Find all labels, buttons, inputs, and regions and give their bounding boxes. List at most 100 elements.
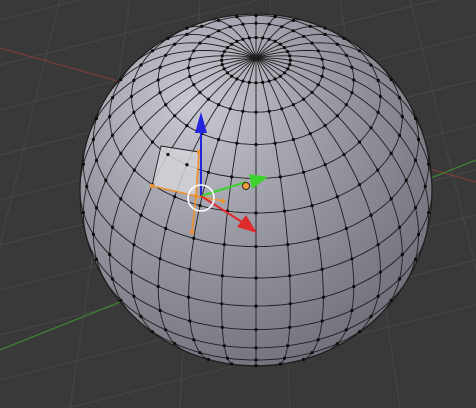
mesh-vertex — [344, 226, 348, 231]
mesh-vertex — [164, 226, 168, 231]
mesh-vertex — [225, 71, 230, 75]
mesh-vertex — [413, 206, 418, 210]
mesh-vertex — [413, 116, 418, 120]
mesh-vertex — [158, 65, 162, 69]
mesh-vertex — [139, 126, 143, 130]
mesh-vertex — [110, 225, 115, 229]
mesh-vertex — [222, 344, 226, 348]
mesh-vertex — [185, 26, 189, 30]
mesh-vertex — [110, 277, 115, 281]
mesh-vertex — [200, 24, 204, 28]
mesh-vertex — [273, 15, 277, 19]
mesh-vertex — [282, 46, 287, 50]
mesh-vertex — [217, 137, 221, 142]
mesh-vertex — [217, 29, 221, 33]
selected-vertex — [220, 198, 226, 204]
mesh-vertex — [316, 338, 320, 342]
mesh-vertex — [413, 158, 418, 162]
mesh-vertex — [150, 330, 155, 334]
mesh-vertex — [342, 152, 346, 157]
mesh-vertex — [323, 163, 327, 167]
mesh-vertex — [282, 356, 287, 360]
mesh-vertex — [164, 53, 168, 57]
mesh-vertex — [320, 57, 324, 61]
mesh-vertex — [217, 18, 221, 22]
mesh-vertex — [308, 24, 312, 28]
mesh-vertex — [254, 81, 258, 85]
mesh-vertex — [235, 141, 239, 145]
mesh-vertex — [158, 308, 162, 313]
mesh-vertex — [222, 242, 226, 247]
mesh-vertex — [267, 109, 271, 113]
mesh-vertex — [220, 274, 224, 278]
mesh-vertex — [282, 209, 287, 213]
mesh-vertex — [235, 15, 239, 19]
mesh-vertex — [192, 338, 196, 342]
mesh-vertex — [308, 132, 312, 136]
mesh-vertex — [310, 351, 314, 355]
mesh-vertex — [291, 137, 295, 142]
mesh-vertex — [119, 151, 123, 155]
mesh-vertex — [254, 13, 258, 18]
mesh-vertex — [206, 34, 210, 39]
mesh-vertex — [132, 243, 136, 247]
mesh-vertex — [173, 195, 177, 199]
mesh-vertex — [225, 46, 230, 50]
mesh-vertex — [217, 103, 221, 107]
mesh-vertex — [150, 140, 155, 144]
mesh-vertex — [254, 110, 258, 114]
mesh-vertex — [188, 319, 192, 323]
mesh-vertex — [129, 270, 134, 274]
mesh-vertex — [185, 163, 189, 167]
mesh-vertex — [198, 351, 202, 355]
mesh-vertex — [206, 97, 210, 101]
selected-vertex — [193, 193, 199, 199]
mesh-vertex — [188, 74, 192, 78]
mesh-vertex — [323, 32, 327, 37]
mesh-vertex — [94, 206, 99, 210]
mesh-vertex — [173, 42, 177, 46]
mesh-vertex — [335, 114, 339, 118]
mesh-vertex — [81, 211, 85, 215]
mesh-vertex — [350, 91, 354, 95]
mesh-vertex — [254, 358, 258, 362]
mesh-vertex — [230, 74, 234, 78]
mesh-vertex — [206, 170, 210, 174]
mesh-vertex — [344, 103, 348, 107]
viewport-canvas[interactable] — [0, 0, 476, 408]
mesh-vertex — [282, 71, 287, 75]
mesh-vertex — [108, 252, 112, 257]
mesh-vertex — [139, 314, 143, 319]
mesh-vertex — [254, 304, 258, 308]
mesh-vertex — [164, 103, 168, 107]
mesh-vertex — [288, 63, 292, 67]
mesh-vertex — [132, 110, 136, 114]
mesh-vertex — [320, 267, 324, 271]
mesh-vertex — [139, 213, 143, 217]
mesh-vertex — [132, 78, 136, 82]
mesh-vertex — [91, 137, 95, 141]
mesh-vertex — [132, 168, 136, 172]
mesh-vertex — [286, 50, 290, 54]
mesh-vertex — [302, 34, 306, 39]
mesh-vertex — [220, 325, 224, 329]
sphere-mesh[interactable] — [79, 13, 433, 368]
mesh-vertex — [254, 21, 258, 25]
mesh-vertex — [247, 36, 251, 40]
mesh-vertex — [230, 42, 234, 46]
mesh-vertex — [198, 41, 202, 45]
mesh-vertex — [278, 362, 282, 366]
mesh-vertex — [254, 346, 258, 350]
mesh-vertex — [192, 236, 196, 240]
mesh-vertex — [302, 357, 306, 361]
mesh-vertex — [254, 245, 258, 249]
mesh-vertex — [378, 270, 383, 274]
mesh-vertex — [254, 328, 258, 332]
mesh-vertex — [369, 126, 373, 130]
mesh-vertex — [427, 162, 431, 166]
mesh-vertex — [286, 67, 290, 71]
3d-viewport[interactable] — [0, 0, 476, 408]
mesh-vertex — [220, 63, 224, 67]
mesh-vertex — [188, 57, 192, 61]
mesh-vertex — [230, 362, 234, 366]
